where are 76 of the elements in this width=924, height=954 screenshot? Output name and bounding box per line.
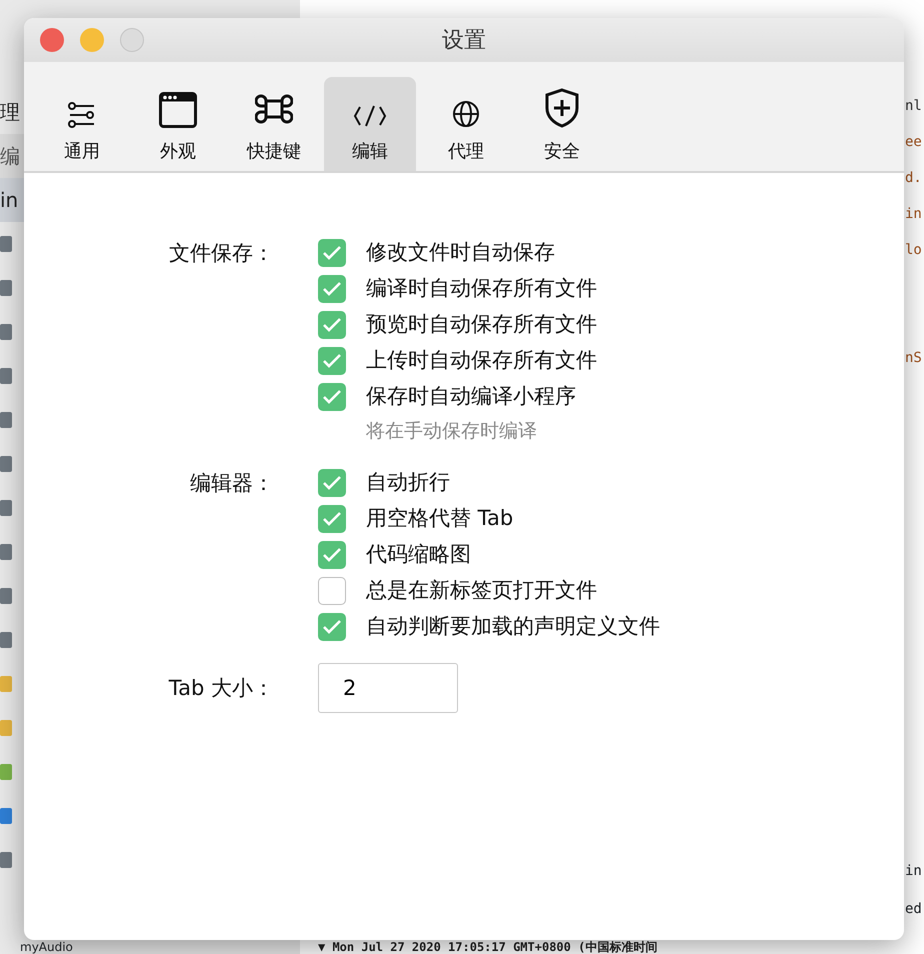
- option-label: 上传时自动保存所有文件: [366, 347, 597, 374]
- json-file-icon: [0, 720, 12, 736]
- option-label: 用空格代替 Tab: [366, 505, 514, 532]
- file-icon: [0, 588, 12, 604]
- checkbox[interactable]: [318, 505, 346, 533]
- code-text: nl: [905, 98, 922, 114]
- window-icon: [159, 92, 197, 128]
- file-icon: [0, 500, 12, 516]
- code-text: nS: [905, 350, 922, 366]
- toolbar-tab[interactable]: 外观: [132, 77, 224, 171]
- option-label: 总是在新标签页打开文件: [366, 577, 597, 604]
- toolbar-tab[interactable]: 安全: [516, 77, 608, 171]
- code-text: lo: [905, 242, 922, 258]
- check-icon: [322, 389, 342, 405]
- file-icon: [0, 412, 12, 428]
- file-icon: [0, 368, 12, 384]
- code-icon: [352, 104, 388, 128]
- sliders-icon: [67, 102, 97, 128]
- check-icon: [322, 281, 342, 297]
- code-text: ee: [905, 134, 922, 150]
- file-icon: [0, 852, 12, 868]
- check-icon: [322, 353, 342, 369]
- checkbox[interactable]: [318, 613, 346, 641]
- checkbox[interactable]: [318, 383, 346, 411]
- check-icon: [322, 475, 342, 491]
- toolbar-tab[interactable]: 代理: [420, 77, 512, 171]
- option-label: 代码缩略图: [366, 541, 471, 568]
- option-label: 编译时自动保存所有文件: [366, 275, 597, 302]
- minimize-button[interactable]: [80, 28, 104, 52]
- file-icon: [0, 456, 12, 472]
- file-icon: [0, 544, 12, 560]
- file-icon: [0, 324, 12, 340]
- checkbox[interactable]: [318, 541, 346, 569]
- option-label: 自动折行: [366, 469, 450, 496]
- toolbar-tab[interactable]: 快捷键: [228, 77, 320, 171]
- file-icon: [0, 280, 12, 296]
- html-file-icon: [0, 764, 12, 780]
- check-icon: [322, 511, 342, 527]
- panel-header: 编: [0, 143, 20, 170]
- option-label: 自动判断要加载的声明定义文件: [366, 613, 660, 640]
- globe-icon: [452, 100, 480, 128]
- tab-size-field[interactable]: 2: [318, 663, 458, 713]
- code-text: in: [905, 206, 922, 222]
- section-label: 文件保存：: [168, 240, 275, 267]
- field-label: Tab 大小：: [168, 675, 275, 702]
- option-label: 预览时自动保存所有文件: [366, 311, 597, 338]
- check-icon: [322, 245, 342, 261]
- shield-plus-icon: [545, 88, 579, 128]
- section-label: 编辑器：: [189, 470, 275, 497]
- checkbox[interactable]: [318, 347, 346, 375]
- folder-icon: [0, 632, 12, 648]
- console-text: in: [905, 862, 922, 881]
- toolbar-tab[interactable]: 通用: [36, 77, 128, 171]
- check-icon: [322, 619, 342, 635]
- sidebar-item[interactable]: 理: [0, 97, 20, 127]
- log-line: ▼ Mon Jul 27 2020 17:05:17 GMT+0800 (中国标准时间: [318, 940, 658, 954]
- console-text: ed: [905, 900, 922, 919]
- toolbar-tab[interactable]: 编辑: [324, 77, 416, 171]
- sidebar-item[interactable]: myAudio: [20, 940, 318, 954]
- option-label: 保存时自动编译小程序: [366, 383, 576, 410]
- checkbox[interactable]: [318, 469, 346, 497]
- js-file-icon: [0, 676, 12, 692]
- close-button[interactable]: [40, 28, 64, 52]
- css-file-icon: [0, 808, 12, 824]
- check-icon: [322, 317, 342, 333]
- hint-text: 将在手动保存时编译: [365, 419, 538, 444]
- checkbox[interactable]: [318, 577, 346, 605]
- window-title: 设置: [442, 26, 486, 54]
- checkbox[interactable]: [318, 311, 346, 339]
- file-icon: [0, 236, 12, 252]
- option-label: 修改文件时自动保存: [366, 239, 555, 266]
- code-text: d.: [905, 170, 922, 186]
- checkbox[interactable]: [318, 239, 346, 267]
- check-icon: [322, 547, 342, 563]
- checkbox[interactable]: [318, 275, 346, 303]
- sidebar-item[interactable]: in: [0, 185, 18, 215]
